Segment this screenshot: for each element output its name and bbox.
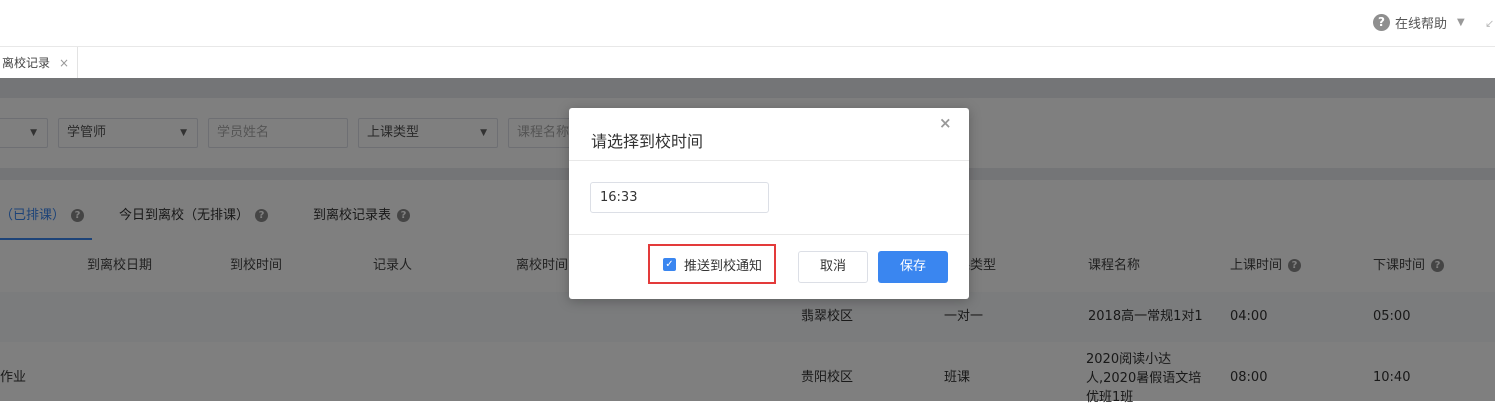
top-bar: ? 在线帮助 ▼ ↙ xyxy=(0,0,1495,47)
online-help-label: 在线帮助 xyxy=(1395,17,1448,32)
close-icon[interactable]: × xyxy=(939,114,952,132)
push-notification-label: 推送到校通知 xyxy=(684,258,763,274)
arrival-time-dialog: 请选择到校时间 × 16:33 ✓ 推送到校通知 取消 保存 xyxy=(569,108,969,299)
help-icon: ? xyxy=(1373,14,1390,31)
cancel-button[interactable]: 取消 xyxy=(798,251,868,283)
tab-label: 离校记录 xyxy=(2,56,51,70)
arrival-time-input[interactable]: 16:33 xyxy=(590,182,769,213)
dialog-divider xyxy=(569,234,969,235)
push-notification-checkbox[interactable]: ✓ 推送到校通知 xyxy=(648,244,776,284)
tab-leave-records[interactable]: 离校记录 × xyxy=(0,47,78,78)
checkbox-checked-icon[interactable]: ✓ xyxy=(663,257,676,271)
save-button[interactable]: 保存 xyxy=(878,251,948,283)
online-help-menu[interactable]: ? 在线帮助 ▼ xyxy=(1373,13,1465,32)
dialog-title: 请选择到校时间 xyxy=(591,132,704,151)
tab-close-icon[interactable]: × xyxy=(59,56,69,70)
caret-down-icon: ▼ xyxy=(1457,17,1465,28)
collapse-icon[interactable]: ↙ xyxy=(1485,17,1494,30)
dialog-divider xyxy=(569,160,969,161)
page-tab-bar: 离校记录 × xyxy=(0,47,1495,78)
